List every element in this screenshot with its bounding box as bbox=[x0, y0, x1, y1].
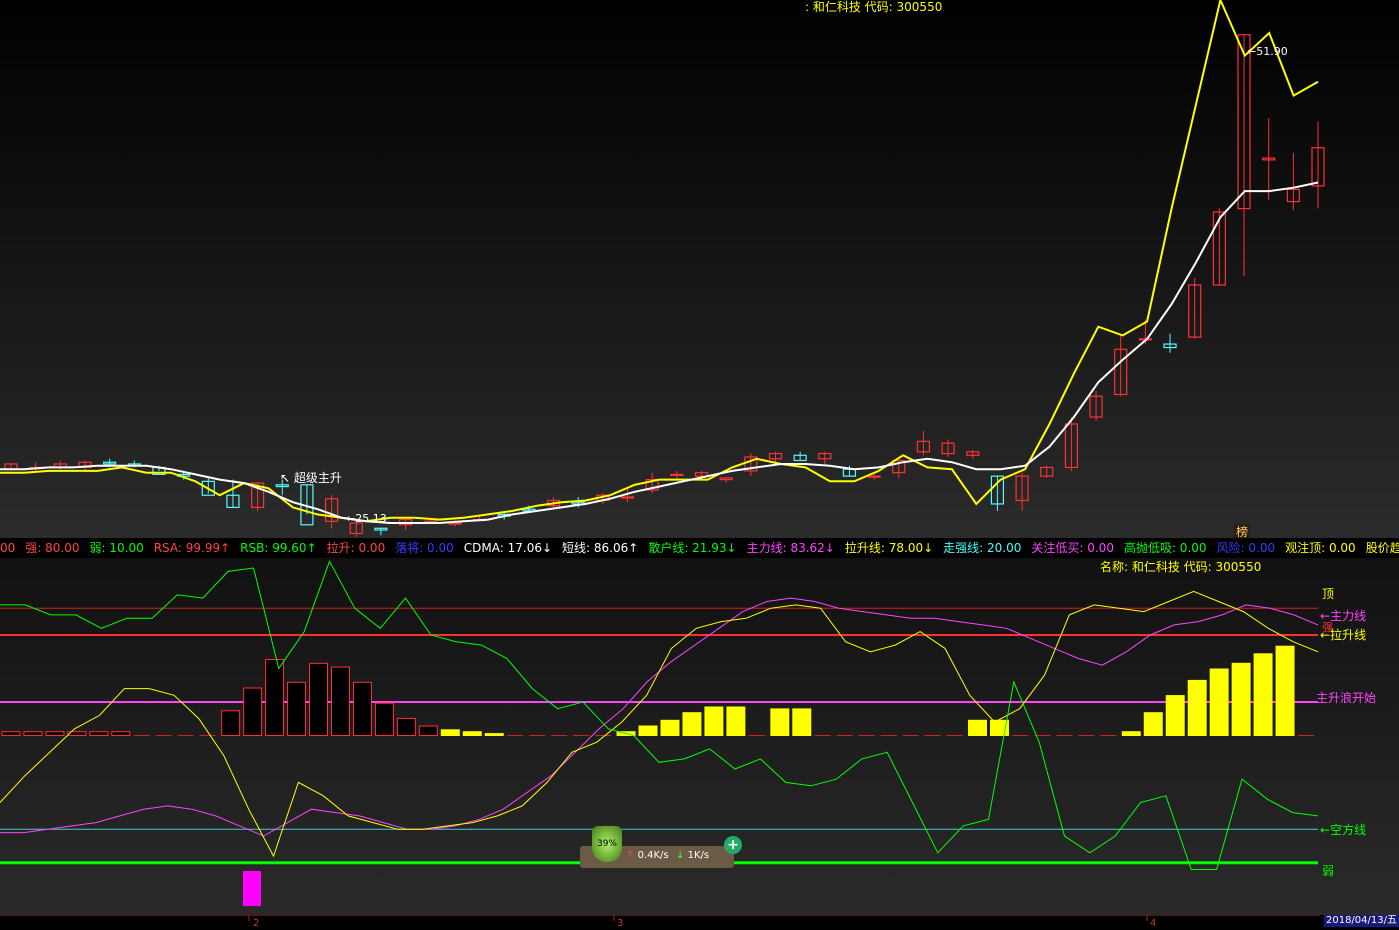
label-top: 顶 bbox=[1322, 587, 1334, 601]
download-speed: ↓ 1K/s bbox=[676, 850, 710, 861]
indicator-bar bbox=[1187, 679, 1207, 736]
indicator-item-8: 短线: 86.06↑ bbox=[562, 541, 639, 555]
indicator-bar bbox=[968, 719, 987, 737]
indicator-bar bbox=[726, 706, 746, 736]
candle-body bbox=[719, 477, 733, 481]
low-annotation: ←25.13 bbox=[346, 512, 387, 525]
indicator-bar bbox=[331, 666, 350, 736]
indicator-item-3: RSA: 99.99↑ bbox=[153, 541, 231, 555]
price-chart[interactable]: : 和仁科技 代码: 300550 ←51.90 ←25.13 ↖ 超级主升 榜 bbox=[0, 0, 1399, 539]
indicator-bar bbox=[352, 681, 372, 737]
indicator-bar bbox=[704, 706, 724, 736]
x-tick-4: 4 bbox=[1150, 918, 1156, 927]
cpu-usage-icon: 39% bbox=[592, 826, 622, 862]
add-icon[interactable]: + bbox=[724, 836, 742, 854]
indicator-line bbox=[0, 590, 1319, 858]
indicator-bar bbox=[462, 731, 482, 736]
indicator-bar bbox=[638, 725, 658, 736]
indicator-bar bbox=[45, 731, 65, 736]
indicator-bar bbox=[309, 662, 328, 736]
indicator-bar bbox=[418, 725, 438, 736]
x-axis: 2 3 4 bbox=[0, 914, 1399, 929]
indicator-bar: 00 强: 80.00 弱: 10.00 RSA: 99.99↑ RSB: 99.60↑… bbox=[0, 538, 1399, 558]
indicator-bar bbox=[374, 702, 394, 736]
x-tick-2: 2 bbox=[253, 918, 259, 927]
indicator-bar bbox=[287, 681, 307, 737]
indicator-bar bbox=[1121, 731, 1141, 736]
candles bbox=[4, 34, 1325, 537]
indicator-item-11: 拉升线: 78.00↓ bbox=[844, 541, 934, 555]
indicator-bar bbox=[484, 733, 504, 737]
indicator-item-14: 高抛低吸: 0.00 bbox=[1123, 541, 1207, 555]
indicator-bar bbox=[1, 731, 21, 736]
signal-bar bbox=[243, 871, 261, 906]
label-main-wave: 主升浪开始 bbox=[1316, 690, 1376, 705]
indicator-chart-title: 名称: 和仁科技 代码: 300550 bbox=[1100, 559, 1261, 574]
upload-speed: ↑ 0.4K/s bbox=[626, 850, 669, 861]
indicator-bar bbox=[243, 687, 263, 736]
indicator-item-4: RSB: 99.60↑ bbox=[240, 541, 317, 555]
date-label: 2018/04/13/五 bbox=[1323, 915, 1399, 927]
indicator-bar bbox=[1165, 695, 1185, 737]
indicator-bar bbox=[660, 719, 680, 737]
rank-badge[interactable]: 榜 bbox=[1236, 524, 1248, 539]
ma-yellow-line bbox=[0, 0, 1319, 523]
indicator-bar bbox=[1253, 653, 1273, 736]
indicator-bar bbox=[440, 729, 460, 737]
label-weak: 弱 bbox=[1322, 864, 1334, 878]
indicator-item-10: 主力线: 83.62↓ bbox=[746, 541, 835, 555]
indicator-bar bbox=[89, 731, 109, 736]
indicator-item-5: 拉升: 0.00 bbox=[326, 541, 386, 555]
candle-body bbox=[620, 496, 635, 499]
indicator-line bbox=[0, 560, 1319, 870]
indicator-bar bbox=[682, 712, 702, 736]
indicator-item-1: 强: 80.00 bbox=[25, 541, 80, 555]
indicator-item-16: 观注顶: 0.00 bbox=[1285, 541, 1356, 555]
indicator-item-17: 股价趋势: 77.49↓ bbox=[1365, 541, 1399, 555]
reference-lines bbox=[0, 607, 1318, 865]
indicator-item-6: 落将: 0.00 bbox=[395, 541, 454, 555]
indicator-bar bbox=[1231, 662, 1251, 736]
indicator-lines bbox=[0, 560, 1319, 870]
indicator-item-7: CDMA: 17.06↓ bbox=[463, 541, 553, 555]
indicator-bar bbox=[770, 708, 790, 736]
indicator-bar bbox=[1209, 668, 1229, 736]
indicator-bar bbox=[23, 731, 43, 736]
indicator-item-15: 风险: 0.00 bbox=[1216, 541, 1276, 555]
candle-body bbox=[670, 473, 684, 476]
indicator-item-2: 弱: 10.00 bbox=[89, 541, 144, 555]
indicator-item-9: 散户线: 21.93↓ bbox=[648, 541, 737, 555]
indicator-bar bbox=[1143, 712, 1163, 736]
super-rise-annotation: ↖ 超级主升 bbox=[280, 470, 342, 485]
indicator-item-12: 走强线: 20.00 bbox=[943, 541, 1022, 555]
indicator-bar bbox=[111, 731, 131, 736]
main-chart-title: : 和仁科技 代码: 300550 bbox=[805, 0, 942, 14]
indicator-bar bbox=[1275, 645, 1295, 736]
label-lift-line: ←拉升线 bbox=[1320, 627, 1366, 642]
indicator-item-0: 00 bbox=[0, 541, 16, 555]
network-speed-widget[interactable]: 39% ↑ 0.4K/s ↓ 1K/s + bbox=[580, 826, 742, 868]
indicator-bar bbox=[221, 710, 241, 737]
price-chart-panel[interactable]: : 和仁科技 代码: 300550 ←51.90 ←25.13 ↖ 超级主升 榜 bbox=[0, 0, 1399, 539]
indicator-bar bbox=[792, 708, 812, 736]
x-tick-3: 3 bbox=[617, 918, 623, 927]
label-short-side: ←空方线 bbox=[1320, 822, 1366, 837]
candle-body bbox=[867, 475, 881, 478]
indicator-bar bbox=[265, 659, 285, 736]
indicator-bar bbox=[396, 717, 416, 736]
indicator-item-13: 关注低买: 0.00 bbox=[1031, 541, 1114, 555]
high-annotation: ←51.90 bbox=[1247, 45, 1288, 58]
